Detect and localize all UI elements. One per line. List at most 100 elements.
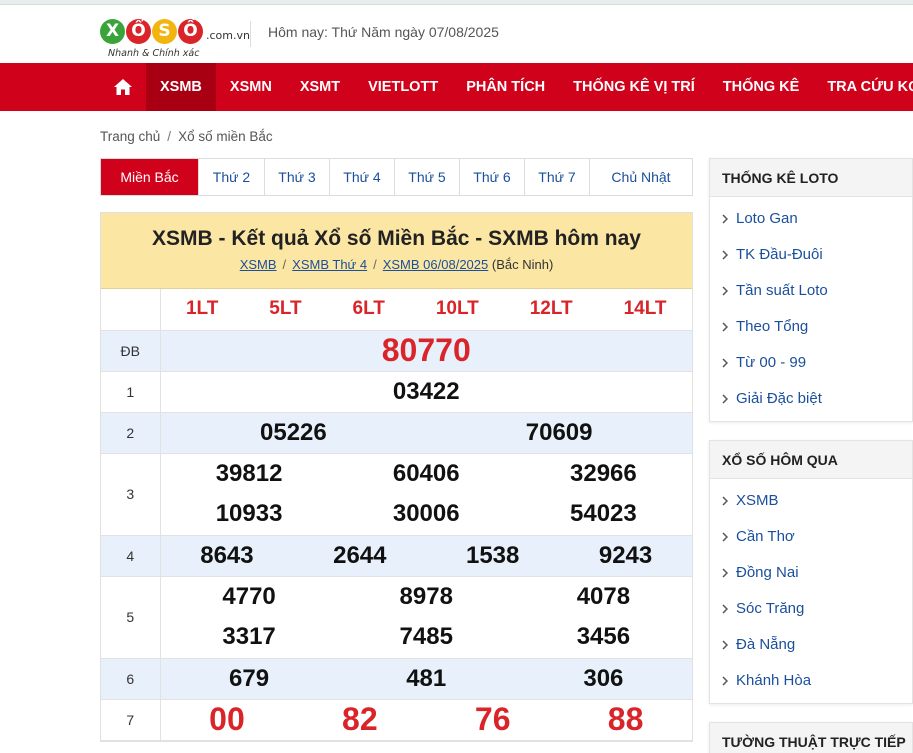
nav-item-thong-ke[interactable]: THỐNG KÊ bbox=[709, 63, 814, 111]
prize-label: 6 bbox=[101, 658, 161, 700]
sidebar-link-label: Sóc Trăng bbox=[736, 600, 805, 617]
sidebar-link-xsmb[interactable]: XSMB bbox=[710, 483, 912, 519]
nav-item-thong-ke-vi-tri[interactable]: THỐNG KÊ VỊ TRÍ bbox=[559, 63, 709, 111]
prize-number: 8978 bbox=[399, 583, 453, 610]
tab-thu-7[interactable]: Thứ 7 bbox=[525, 159, 590, 195]
prize-number-7: 82 bbox=[342, 701, 378, 737]
box-xo-so-hom-qua: XỔ SỐ HÔM QUA XSMB Cần Thơ Đồng Nai Sóc … bbox=[709, 440, 913, 704]
prize-label: 5 bbox=[101, 576, 161, 659]
tab-thu-3[interactable]: Thứ 3 bbox=[265, 159, 330, 195]
sidebar-link-dau-duoi[interactable]: TK Đầu-Đuôi bbox=[710, 237, 912, 273]
prize-label: 7 bbox=[101, 699, 161, 741]
lt-label-cell bbox=[101, 289, 161, 331]
prize-number: 39812 bbox=[215, 460, 283, 487]
sidebar-link-label: Cần Thơ bbox=[736, 528, 795, 545]
prize-label: 2 bbox=[101, 412, 161, 454]
chevron-right-icon bbox=[722, 496, 728, 506]
site-logo[interactable]: X Ổ S Ố .com.vn Nhanh & Chính xác bbox=[100, 14, 250, 64]
link-separator: / bbox=[282, 257, 287, 272]
prize-number: 05226 bbox=[260, 418, 327, 446]
prize-number: 7485 bbox=[399, 623, 453, 650]
today-date: Hôm nay: Thứ Năm ngày 07/08/2025 bbox=[268, 24, 499, 40]
logo-ball: S bbox=[152, 18, 177, 44]
sidebar-link-label: TK Đầu-Đuôi bbox=[736, 246, 823, 263]
prize-label: 4 bbox=[101, 535, 161, 577]
tab-thu-6[interactable]: Thứ 6 bbox=[460, 159, 525, 195]
tab-mien-bac[interactable]: Miền Bắc bbox=[101, 159, 199, 195]
sidebar-link-label: Loto Gan bbox=[736, 210, 798, 227]
logo-ball: Ố bbox=[178, 18, 203, 44]
chevron-right-icon bbox=[722, 250, 728, 260]
prize-number: 60406 bbox=[392, 460, 460, 487]
prize-number-7: 76 bbox=[474, 701, 511, 737]
chevron-right-icon bbox=[722, 640, 728, 650]
prize-number: 3456 bbox=[576, 623, 631, 650]
prize-row-7: 7 00 82 76 88 bbox=[101, 699, 692, 741]
box-tuong-thuat-truc-tiep: TƯỜNG THUẬT TRỰC TIẾP bbox=[709, 722, 913, 753]
box-list: Loto Gan TK Đầu-Đuôi Tần suất Loto Theo … bbox=[710, 197, 912, 421]
chevron-right-icon bbox=[722, 532, 728, 542]
prize-number: 679 bbox=[229, 664, 270, 692]
box-list: XSMB Cần Thơ Đồng Nai Sóc Trăng Đà Nẵng … bbox=[710, 479, 912, 703]
sidebar-link-giai-dac-biet[interactable]: Giải Đặc biệt bbox=[710, 381, 912, 417]
chevron-right-icon bbox=[722, 604, 728, 614]
chevron-right-icon bbox=[722, 394, 728, 404]
prize-number: 10933 bbox=[215, 500, 283, 527]
lt-code: 12LT bbox=[529, 298, 573, 320]
prize-number-db: 80770 bbox=[381, 332, 471, 368]
tab-thu-2[interactable]: Thứ 2 bbox=[199, 159, 265, 195]
nav-item-xsmb[interactable]: XSMB bbox=[146, 63, 216, 111]
site-header: X Ổ S Ố .com.vn Nhanh & Chính xác Hôm na… bbox=[0, 5, 913, 63]
sidebar-link-khanh-hoa[interactable]: Khánh Hòa bbox=[710, 663, 912, 699]
nav-item-phan-tich[interactable]: PHÂN TÍCH bbox=[452, 63, 559, 111]
tab-thu-5[interactable]: Thứ 5 bbox=[395, 159, 460, 195]
result-title: XSMB - Kết quả Xổ số Miền Bắc - SXMB hôm… bbox=[152, 227, 641, 250]
chevron-right-icon bbox=[722, 568, 728, 578]
link-xsmb-thu-4[interactable]: XSMB Thứ 4 bbox=[292, 257, 367, 272]
prize-number: 9243 bbox=[598, 541, 653, 569]
sidebar-link-label: XSMB bbox=[736, 492, 779, 509]
nav-item-tra-cuu-kq[interactable]: TRA CỨU KQ bbox=[813, 63, 913, 111]
sidebar-link-da-nang[interactable]: Đà Nẵng bbox=[710, 627, 912, 663]
prize-number: 1538 bbox=[465, 541, 520, 569]
box-title: XỔ SỐ HÔM QUA bbox=[710, 441, 912, 479]
prize-number: 8643 bbox=[200, 541, 254, 569]
tab-thu-4[interactable]: Thứ 4 bbox=[330, 159, 395, 195]
prize-number-7: 88 bbox=[607, 701, 644, 737]
box-thong-ke-loto: THỐNG KÊ LOTO Loto Gan TK Đầu-Đuôi Tần s… bbox=[709, 158, 913, 422]
prize-row-6: 6 679 481 306 bbox=[101, 658, 692, 700]
sidebar-link-dong-nai[interactable]: Đồng Nai bbox=[710, 555, 912, 591]
sidebar-link-label: Đồng Nai bbox=[736, 564, 799, 581]
chevron-right-icon bbox=[722, 214, 728, 224]
sidebar-link-can-tho[interactable]: Cần Thơ bbox=[710, 519, 912, 555]
prize-row-2: 2 05226 70609 bbox=[101, 412, 692, 454]
main-nav: XSMB XSMN XSMT VIETLOTT PHÂN TÍCH THỐNG … bbox=[0, 63, 913, 111]
nav-item-xsmn[interactable]: XSMN bbox=[216, 63, 286, 111]
sidebar-link-theo-tong[interactable]: Theo Tổng bbox=[710, 309, 912, 345]
nav-home[interactable] bbox=[100, 63, 146, 111]
sidebar-link-label: Đà Nẵng bbox=[736, 636, 796, 653]
prize-number: 2644 bbox=[333, 541, 387, 569]
prize-number: 54023 bbox=[570, 500, 637, 527]
nav-item-vietlott[interactable]: VIETLOTT bbox=[354, 63, 452, 111]
link-xsmb[interactable]: XSMB bbox=[240, 257, 277, 272]
prize-number: 30006 bbox=[392, 500, 460, 527]
breadcrumb-home[interactable]: Trang chủ bbox=[100, 129, 160, 144]
prize-number: 306 bbox=[583, 664, 624, 692]
day-tabs: Miền Bắc Thứ 2 Thứ 3 Thứ 4 Thứ 5 Thứ 6 T… bbox=[100, 158, 693, 196]
link-xsmb-date[interactable]: XSMB 06/08/2025 bbox=[383, 257, 489, 272]
chevron-right-icon bbox=[722, 322, 728, 332]
breadcrumb-current: Xổ số miền Bắc bbox=[178, 129, 273, 144]
province: (Bắc Ninh) bbox=[491, 257, 554, 272]
sidebar-link-tan-suat[interactable]: Tần suất Loto bbox=[710, 273, 912, 309]
lt-code: 6LT bbox=[352, 298, 385, 320]
sidebar-link-label: Giải Đặc biệt bbox=[736, 390, 822, 407]
sidebar-link-label: Tần suất Loto bbox=[736, 282, 828, 299]
sidebar-link-tu-00-99[interactable]: Từ 00 - 99 bbox=[710, 345, 912, 381]
sidebar-link-loto-gan[interactable]: Loto Gan bbox=[710, 201, 912, 237]
sidebar-link-soc-trang[interactable]: Sóc Trăng bbox=[710, 591, 912, 627]
tab-chu-nhat[interactable]: Chủ Nhật bbox=[590, 159, 692, 195]
lt-code: 1LT bbox=[185, 298, 219, 320]
nav-item-xsmt[interactable]: XSMT bbox=[286, 63, 354, 111]
link-separator: / bbox=[373, 257, 377, 272]
